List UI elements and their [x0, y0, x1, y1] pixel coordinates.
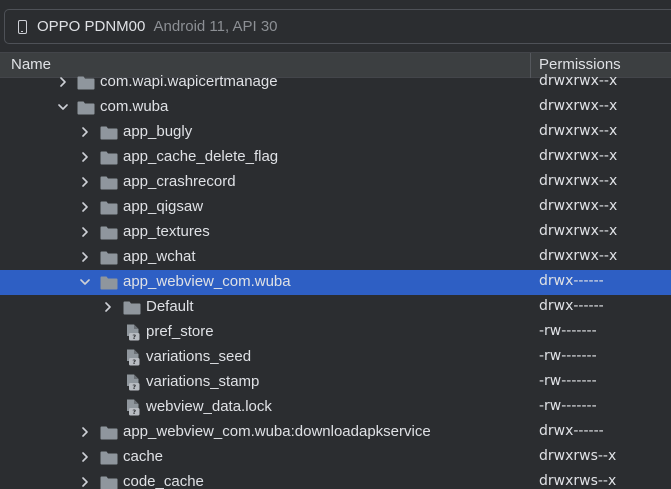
tree-row-label: app_qigsaw — [123, 198, 204, 215]
tree-row-folder[interactable]: com.wuba drwxrwx--x — [0, 95, 671, 120]
svg-text:?: ? — [132, 408, 136, 416]
tree-row-label: Default — [146, 298, 194, 315]
chevron-right-icon[interactable] — [80, 427, 90, 437]
tree-row-folder[interactable]: app_crashrecord drwxrwx--x — [0, 170, 671, 195]
tree-row-permissions: drwxrwx--x — [539, 148, 618, 164]
file-icon: ? — [126, 374, 140, 391]
tree-row-label: com.wuba — [100, 98, 169, 115]
tree-row-label: app_wchat — [123, 248, 196, 265]
tree-row-file[interactable]: ? pref_store -rw------- — [0, 320, 671, 345]
tree-row-label: cache — [123, 448, 164, 465]
chevron-right-icon[interactable] — [80, 127, 90, 137]
tree-row-label: app_webview_com.wuba:downloadapkservice — [123, 423, 431, 440]
tree-row-permissions: drwxrws--x — [539, 473, 617, 489]
tree-row-label: app_crashrecord — [123, 173, 236, 190]
tree-row-file[interactable]: ? variations_seed -rw------- — [0, 345, 671, 370]
toolbar: OPPO PDNM00 Android 11, API 30 — [0, 0, 671, 52]
folder-icon — [100, 176, 118, 190]
chevron-right-icon[interactable] — [80, 452, 90, 462]
chevron-right-icon[interactable] — [80, 177, 90, 187]
tree-row-permissions: drwxrwx--x — [539, 198, 618, 214]
folder-icon — [100, 126, 118, 140]
folder-icon — [100, 201, 118, 215]
svg-text:?: ? — [132, 358, 136, 366]
tree-row-permissions: drwxrwx--x — [539, 123, 618, 139]
tree-row-folder[interactable]: app_webview_com.wuba:downloadapkservice d… — [0, 420, 671, 445]
tree-row-file[interactable]: ? webview_data.lock -rw------- — [0, 395, 671, 420]
folder-icon — [100, 226, 118, 240]
tree-row-permissions: drwxrwx--x — [539, 223, 618, 239]
device-name: OPPO PDNM00 — [37, 18, 146, 35]
file-tree[interactable]: com.wapi.wapicertmanage drwxrwx--x com.wub… — [0, 70, 671, 489]
tree-row-folder[interactable]: app_textures drwxrwx--x — [0, 220, 671, 245]
chevron-right-icon[interactable] — [80, 252, 90, 262]
tree-row-permissions: -rw------- — [539, 398, 597, 414]
tree-row-permissions: -rw------- — [539, 348, 597, 364]
tree-row-permissions: drwxrws--x — [539, 448, 617, 464]
chevron-right-icon[interactable] — [80, 477, 90, 487]
tree-row-permissions: drwx------ — [539, 273, 604, 289]
tree-row-label: code_cache — [123, 473, 204, 489]
tree-row-permissions: -rw------- — [539, 373, 597, 389]
chevron-right-icon[interactable] — [80, 202, 90, 212]
tree-row-permissions: drwx------ — [539, 298, 604, 314]
folder-icon — [100, 451, 118, 465]
folder-icon — [100, 476, 118, 489]
chevron-right-icon[interactable] — [58, 77, 68, 87]
folder-icon — [100, 151, 118, 165]
device-selector[interactable]: OPPO PDNM00 Android 11, API 30 — [4, 9, 671, 44]
tree-row-permissions: drwxrwx--x — [539, 173, 618, 189]
folder-icon — [100, 251, 118, 265]
chevron-right-icon[interactable] — [103, 302, 113, 312]
file-icon: ? — [126, 399, 140, 416]
tree-row-folder[interactable]: app_qigsaw drwxrwx--x — [0, 195, 671, 220]
tree-row-label: variations_seed — [146, 348, 252, 365]
tree-row-permissions: drwxrwx--x — [539, 73, 618, 89]
chevron-right-icon[interactable] — [80, 227, 90, 237]
tree-row-label: webview_data.lock — [146, 398, 272, 415]
tree-row-folder[interactable]: Default drwx------ — [0, 295, 671, 320]
file-icon: ? — [126, 324, 140, 341]
tree-row-label: pref_store — [146, 323, 214, 340]
tree-row-file[interactable]: ? variations_stamp -rw------- — [0, 370, 671, 395]
svg-text:?: ? — [132, 333, 136, 341]
tree-row-permissions: drwxrwx--x — [539, 248, 618, 264]
device-info: Android 11, API 30 — [153, 18, 278, 35]
tree-row-permissions: drwxrwx--x — [539, 98, 618, 114]
tree-row-label: app_bugly — [123, 123, 193, 140]
tree-row-label: com.wapi.wapicertmanage — [100, 73, 278, 90]
tree-row-label: app_textures — [123, 223, 210, 240]
file-icon: ? — [126, 349, 140, 366]
tree-row-folder[interactable]: cache drwxrws--x — [0, 445, 671, 470]
tree-row-folder[interactable]: com.wapi.wapicertmanage drwxrwx--x — [0, 70, 671, 95]
phone-icon — [18, 20, 27, 34]
tree-row-folder[interactable]: app_bugly drwxrwx--x — [0, 120, 671, 145]
folder-icon — [123, 301, 141, 315]
tree-row-label: variations_stamp — [146, 373, 260, 390]
svg-text:?: ? — [132, 383, 136, 391]
tree-row-folder[interactable]: app_cache_delete_flag drwxrwx--x — [0, 145, 671, 170]
tree-row-permissions: -rw------- — [539, 323, 597, 339]
tree-row-folder[interactable]: app_wchat drwxrwx--x — [0, 245, 671, 270]
tree-row-permissions: drwx------ — [539, 423, 604, 439]
folder-icon — [77, 76, 95, 90]
tree-row-folder[interactable]: app_webview_com.wuba drwx------ — [0, 270, 671, 295]
tree-row-folder[interactable]: code_cache drwxrws--x — [0, 470, 671, 489]
folder-icon — [77, 101, 95, 115]
chevron-right-icon[interactable] — [80, 152, 90, 162]
folder-icon — [100, 276, 118, 290]
chevron-down-icon[interactable] — [80, 277, 90, 287]
chevron-down-icon[interactable] — [58, 102, 68, 112]
tree-row-label: app_cache_delete_flag — [123, 148, 279, 165]
tree-row-label: app_webview_com.wuba — [123, 273, 291, 290]
folder-icon — [100, 426, 118, 440]
